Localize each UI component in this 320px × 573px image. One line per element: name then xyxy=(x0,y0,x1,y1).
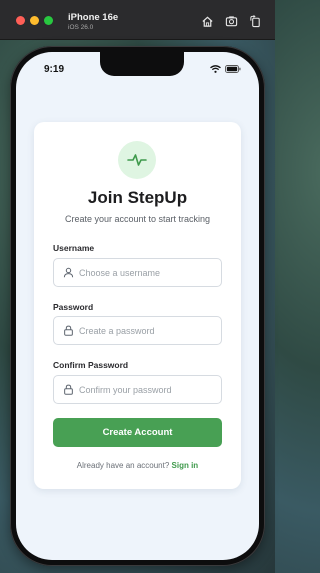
password-label: Password xyxy=(53,302,94,312)
signin-link[interactable]: Sign in xyxy=(172,461,199,470)
rotate-icon xyxy=(249,14,260,27)
username-input[interactable] xyxy=(79,267,219,278)
wifi-icon xyxy=(210,65,221,73)
rotate-button[interactable] xyxy=(246,12,264,30)
username-field[interactable] xyxy=(53,258,222,287)
confirm-password-input[interactable] xyxy=(79,384,219,395)
signin-row: Already have an account? Sign in xyxy=(34,461,241,470)
page-subtitle: Create your account to start tracking xyxy=(64,214,211,224)
simulator-title-bar: iPhone 16e iOS 26.0 xyxy=(0,0,275,40)
username-label: Username xyxy=(53,243,95,253)
confirm-password-field[interactable] xyxy=(53,375,222,404)
status-time: 9:19 xyxy=(44,64,65,75)
screenshot-button[interactable] xyxy=(222,12,240,30)
dynamic-island xyxy=(100,52,184,76)
status-icons xyxy=(210,65,241,73)
phone-frame: 9:19 Join StepUp Create your account to … xyxy=(10,46,265,566)
screenshot-icon xyxy=(225,15,237,26)
os-version: iOS 26.0 xyxy=(68,24,94,31)
app-logo xyxy=(118,141,156,179)
confirm-password-label: Confirm Password xyxy=(53,360,129,370)
user-icon xyxy=(62,267,74,279)
zoom-window-button[interactable] xyxy=(44,16,53,25)
battery-icon xyxy=(225,65,241,73)
device-name: iPhone 16e xyxy=(68,12,119,23)
lock-icon xyxy=(62,384,74,396)
page-title: Join StepUp xyxy=(87,188,188,207)
signin-prompt: Already have an account? xyxy=(76,461,170,470)
phone-screen: 9:19 Join StepUp Create your account to … xyxy=(16,52,259,560)
lock-icon xyxy=(62,325,74,337)
password-input[interactable] xyxy=(79,325,219,336)
signup-card: Join StepUp Create your account to start… xyxy=(34,122,241,489)
activity-pulse-icon xyxy=(127,154,147,166)
home-icon xyxy=(201,16,213,27)
home-button[interactable] xyxy=(198,12,216,30)
close-window-button[interactable] xyxy=(16,16,25,25)
create-account-button[interactable]: Create Account xyxy=(53,418,222,447)
password-field[interactable] xyxy=(53,316,222,345)
minimize-window-button[interactable] xyxy=(30,16,39,25)
